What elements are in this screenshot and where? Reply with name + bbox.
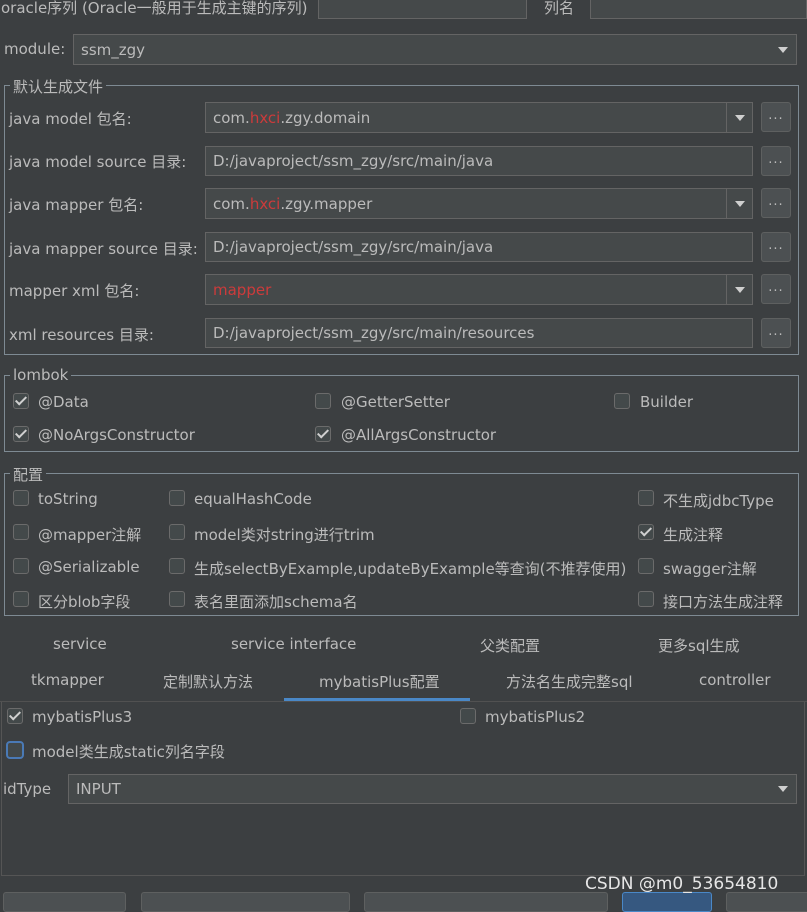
browse-button[interactable]: ...	[761, 102, 791, 132]
idtype-label: idType	[3, 780, 52, 798]
bottom-button[interactable]	[364, 892, 608, 912]
module-value: ssm_zgy	[81, 40, 146, 59]
config-swagger-label: swagger注解	[663, 560, 757, 578]
tab-service-interface[interactable]: service interface	[231, 635, 356, 653]
checkbox[interactable]	[614, 393, 630, 409]
checkbox[interactable]	[13, 426, 29, 442]
config-equalhashcode-label: equalHashCode	[194, 490, 312, 508]
checkbox[interactable]	[13, 558, 29, 574]
checkbox[interactable]	[169, 490, 185, 506]
default-files-title: 默认生成文件	[10, 76, 107, 97]
browse-button[interactable]: ...	[761, 146, 791, 176]
java-mapper-package-label: java mapper 包名:	[9, 196, 144, 214]
checkbox[interactable]	[638, 591, 654, 607]
primary-button[interactable]	[622, 892, 712, 912]
java-mapper-source-label: java mapper source 目录:	[9, 240, 198, 258]
browse-button[interactable]: ...	[761, 188, 791, 218]
checkbox[interactable]	[6, 741, 24, 759]
lombok-allargs-label: @AllArgsConstructor	[341, 426, 497, 444]
idtype-select[interactable]: INPUT	[68, 774, 797, 804]
tab-custom-default-methods[interactable]: 定制默认方法	[163, 671, 253, 692]
checkbox[interactable]	[460, 708, 476, 724]
config-schema-label: 表名里面添加schema名	[194, 593, 358, 611]
module-select[interactable]: ssm_zgy	[73, 34, 797, 65]
oracle-sequence-label: oracle序列 (Oracle一般用于生成主键的序列)	[1, 0, 308, 17]
checkbox[interactable]	[169, 558, 185, 574]
lombok-builder-label: Builder	[640, 393, 694, 411]
bottom-button[interactable]	[141, 892, 350, 912]
lombok-gettersetter-label: @GetterSetter	[341, 393, 450, 411]
tab-service[interactable]: service	[53, 635, 107, 653]
tab-parent-config[interactable]: 父类配置	[480, 635, 540, 656]
chevron-down-icon[interactable]	[726, 275, 752, 304]
config-string-trim-label: model类对string进行trim	[194, 526, 375, 544]
config-blob-label: 区分blob字段	[38, 593, 131, 611]
checkbox[interactable]	[315, 426, 331, 442]
config-no-jdbctype-label: 不生成jdbcType	[663, 492, 774, 510]
idtype-value: INPUT	[76, 780, 121, 798]
java-mapper-package-select[interactable]: com.hxci.zgy.mapper	[205, 188, 753, 219]
java-model-source-label: java model source 目录:	[9, 153, 187, 171]
java-mapper-package-value: com.hxci.zgy.mapper	[213, 194, 373, 213]
java-model-source-input[interactable]: D:/javaproject/ssm_zgy/src/main/java	[205, 146, 753, 176]
checkbox[interactable]	[638, 558, 654, 574]
tab-controller[interactable]: controller	[699, 671, 771, 689]
mapper-xml-package-value: mapper	[213, 280, 272, 299]
browse-button[interactable]: ...	[761, 318, 791, 348]
config-interface-comment-label: 接口方法生成注释	[663, 593, 784, 611]
config-gen-comment-label: 生成注释	[663, 526, 724, 544]
xml-resources-input[interactable]: D:/javaproject/ssm_zgy/src/main/resource…	[205, 318, 753, 348]
checkbox[interactable]	[638, 490, 654, 506]
config-mapper-annotation-label: @mapper注解	[38, 526, 142, 544]
mapper-xml-package-label: mapper xml 包名:	[9, 282, 140, 300]
tab-method-name-sql[interactable]: 方法名生成完整sql	[506, 671, 633, 692]
browse-button[interactable]: ...	[761, 232, 791, 262]
checkbox[interactable]	[169, 524, 185, 540]
java-model-package-select[interactable]: com.hxci.zgy.domain	[205, 102, 753, 133]
checkbox[interactable]	[638, 524, 654, 540]
chevron-down-icon[interactable]	[770, 35, 796, 64]
config-title: 配置	[10, 464, 47, 485]
browse-button[interactable]: ...	[761, 274, 791, 304]
checkbox[interactable]	[13, 524, 29, 540]
checkbox[interactable]	[13, 591, 29, 607]
mybatisplus2-label: mybatisPlus2	[485, 708, 586, 726]
column-name-input[interactable]	[590, 0, 807, 19]
mybatisplus3-label: mybatisPlus3	[32, 708, 133, 726]
tab-more-sql[interactable]: 更多sql生成	[658, 635, 740, 656]
module-label: module:	[4, 40, 66, 58]
checkbox[interactable]	[7, 708, 23, 724]
checkbox[interactable]	[315, 393, 331, 409]
config-tostring-label: toString	[38, 490, 98, 508]
tab-mybatisplus-config[interactable]: mybatisPlus配置	[319, 671, 440, 692]
checkbox[interactable]	[13, 490, 29, 506]
tab-tkmapper[interactable]: tkmapper	[31, 671, 104, 689]
static-column-fields-label: model类生成static列名字段	[32, 743, 225, 761]
lombok-data-label: @Data	[38, 393, 89, 411]
chevron-down-icon[interactable]	[770, 775, 796, 803]
column-name-label: 列名	[544, 0, 575, 17]
lombok-title: lombok	[10, 366, 72, 384]
chevron-down-icon[interactable]	[726, 103, 752, 132]
java-mapper-source-input[interactable]: D:/javaproject/ssm_zgy/src/main/java	[205, 232, 753, 262]
config-serializable-label: @Serializable	[38, 558, 140, 576]
chevron-down-icon[interactable]	[726, 189, 752, 218]
mapper-xml-package-select[interactable]: mapper	[205, 274, 753, 305]
checkbox[interactable]	[169, 591, 185, 607]
java-model-package-value: com.hxci.zgy.domain	[213, 108, 371, 127]
bottom-button[interactable]	[726, 892, 807, 912]
checkbox[interactable]	[13, 393, 29, 409]
watermark: CSDN @m0_53654810	[585, 874, 779, 894]
oracle-sequence-input[interactable]	[318, 0, 527, 19]
lombok-noargs-label: @NoArgsConstructor	[38, 426, 195, 444]
bottom-button[interactable]	[3, 892, 126, 912]
java-model-package-label: java model 包名:	[9, 110, 132, 128]
config-selectbyexample-label: 生成selectByExample,updateByExample等查询(不推荐…	[194, 560, 627, 578]
xml-resources-label: xml resources 目录:	[9, 326, 154, 344]
